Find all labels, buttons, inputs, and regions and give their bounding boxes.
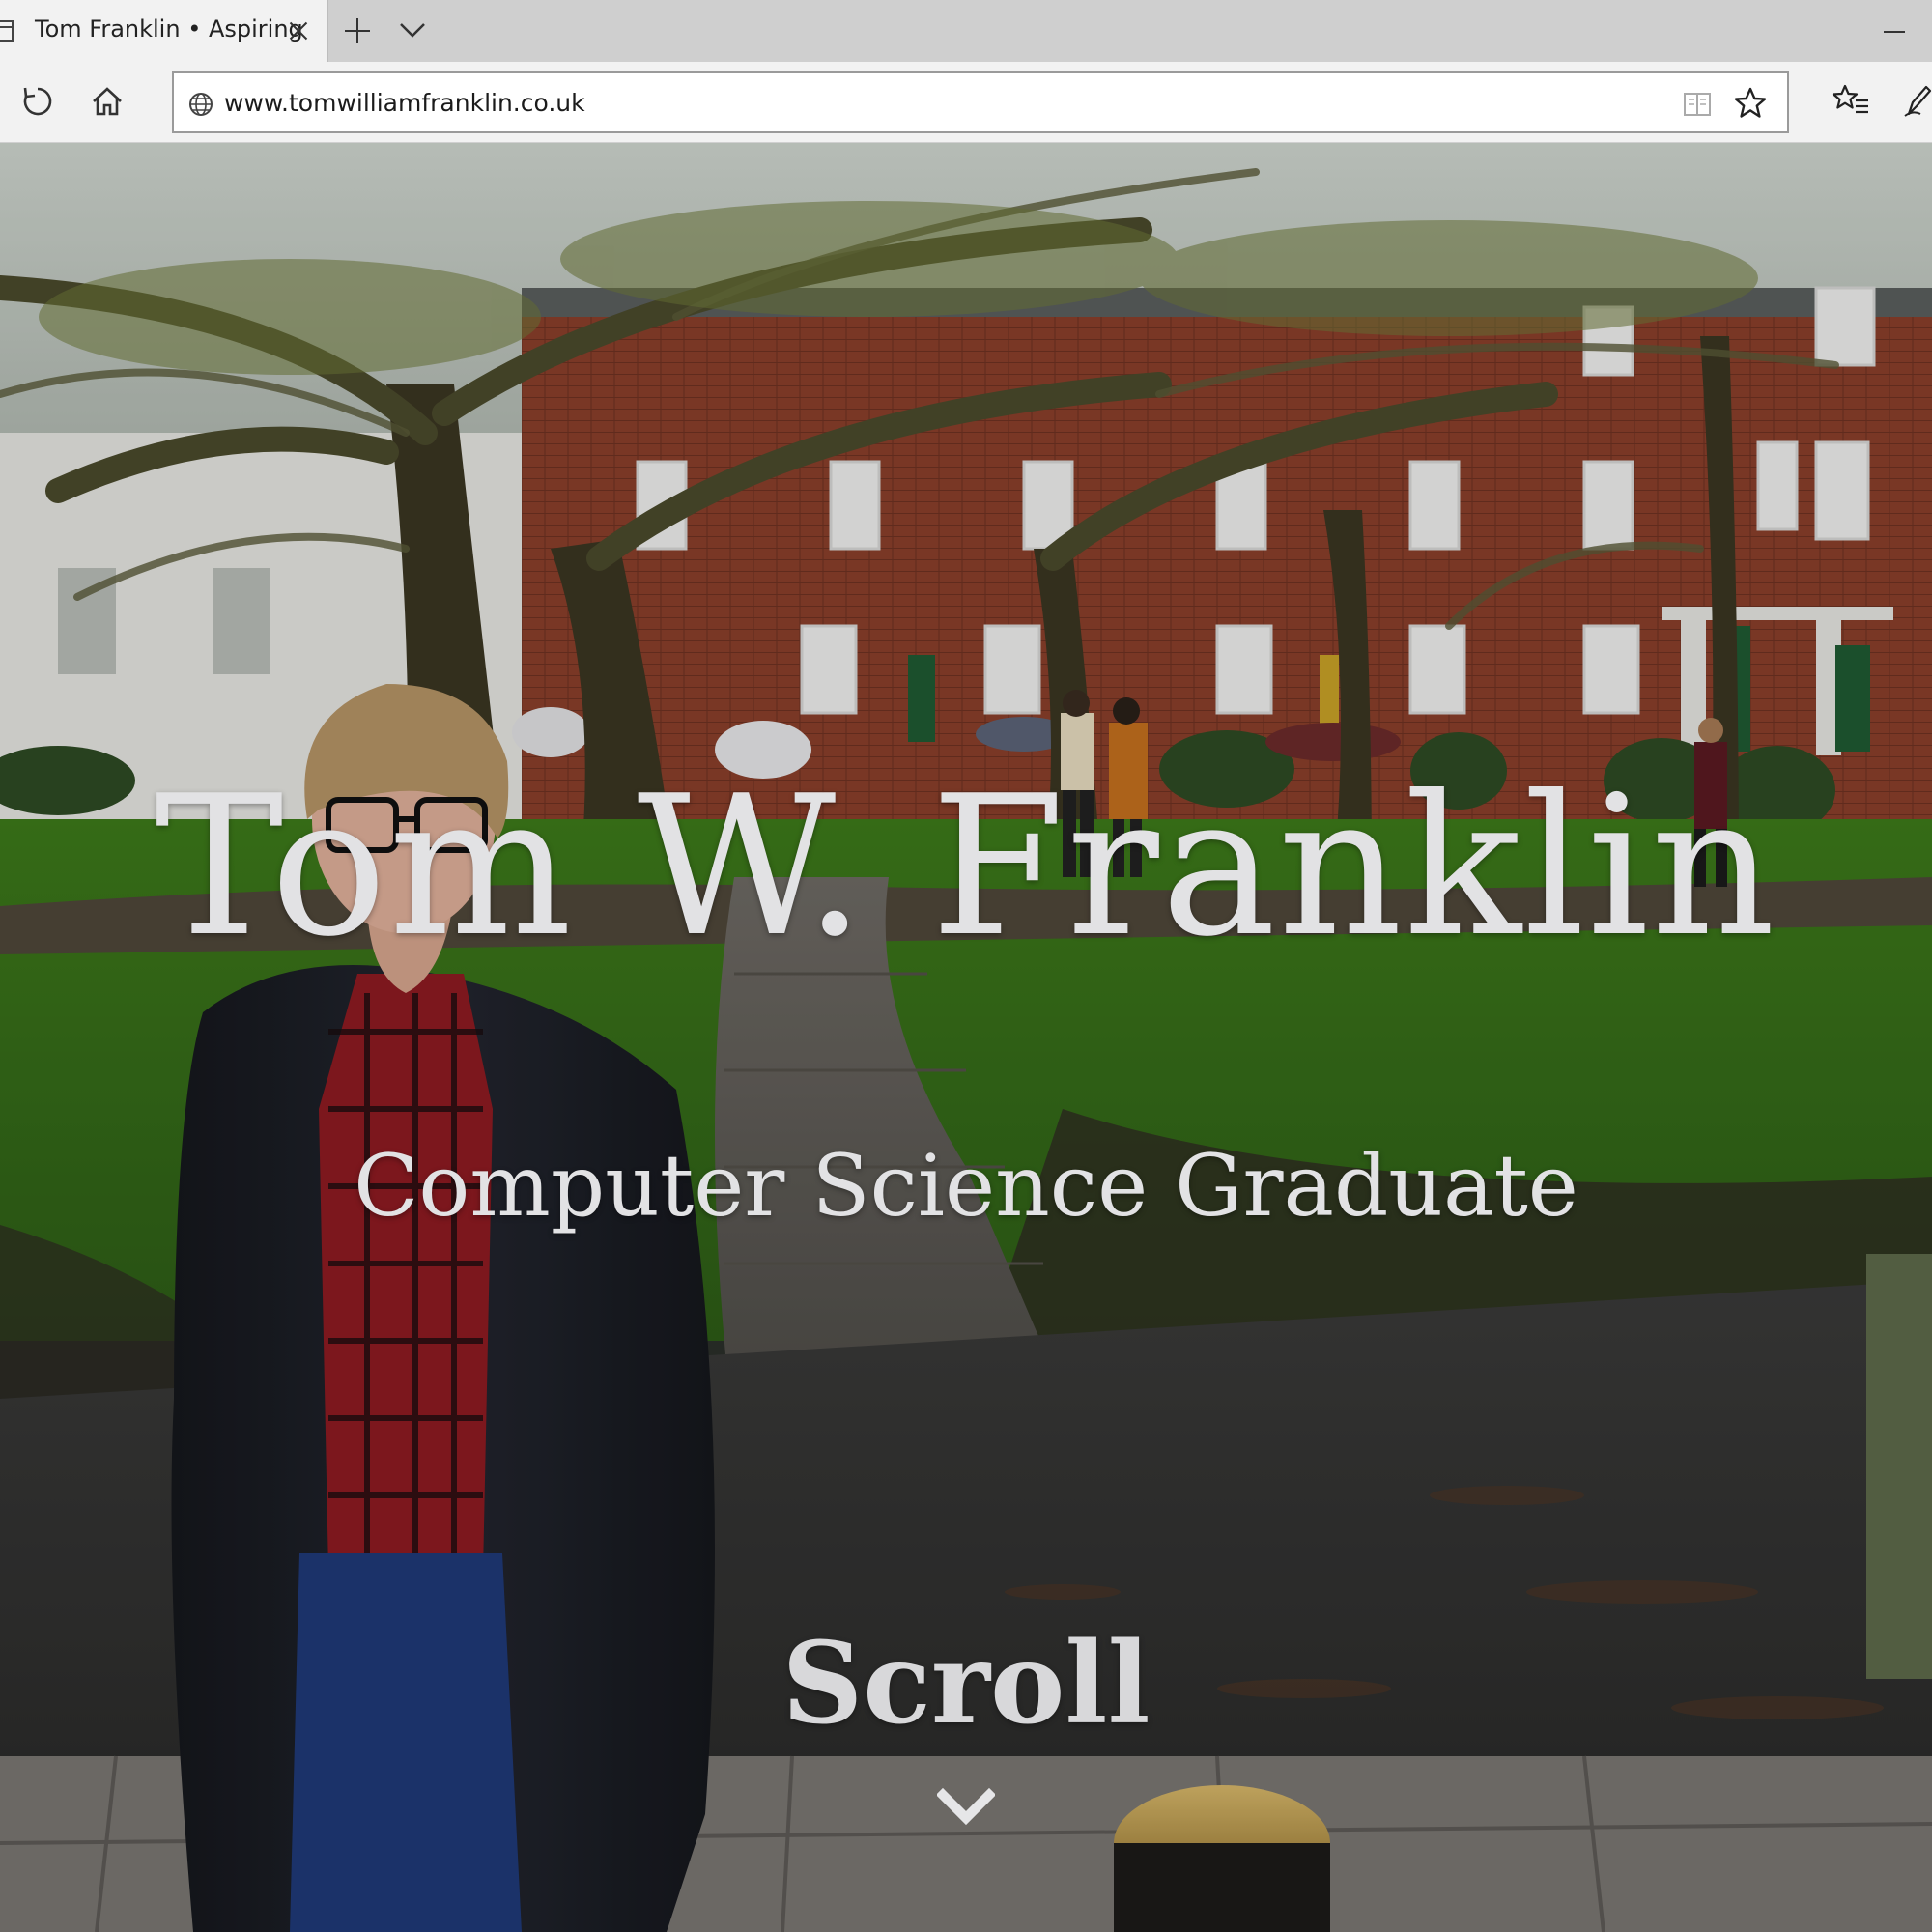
refresh-button[interactable]: [15, 79, 60, 124]
star-icon[interactable]: [1733, 86, 1768, 121]
minimize-button[interactable]: [1880, 17, 1918, 46]
favorites-icon[interactable]: [1832, 81, 1870, 120]
new-tab-button[interactable]: [340, 14, 375, 48]
scroll-label[interactable]: Scroll: [0, 1621, 1932, 1747]
chevron-down-icon: [935, 1787, 997, 1826]
tab-title: Tom Franklin • Aspiring: [35, 15, 303, 43]
web-page: Tom W. Franklin Computer Science Graduat…: [0, 143, 1932, 1932]
page-icon: [0, 20, 14, 42]
scroll-down-button[interactable]: [935, 1785, 997, 1830]
browser-tab[interactable]: Tom Franklin • Aspiring: [0, 0, 328, 62]
tab-list-button[interactable]: [396, 15, 429, 44]
reading-view-icon[interactable]: [1681, 88, 1714, 121]
home-icon: [93, 87, 122, 116]
address-bar[interactable]: www.tomwilliamfranklin.co.uk: [172, 71, 1789, 133]
chevron-down-icon: [400, 23, 425, 38]
globe-icon: [189, 93, 213, 116]
tab-bar: Tom Franklin • Aspiring: [0, 0, 1932, 62]
url-text[interactable]: www.tomwilliamfranklin.co.uk: [224, 89, 585, 117]
home-button[interactable]: [85, 79, 129, 124]
hero-name: Tom W. Franklin: [155, 754, 1777, 980]
hero-subtitle: Computer Science Graduate: [354, 1136, 1578, 1236]
navigation-bar: www.tomwilliamfranklin.co.uk: [0, 62, 1932, 143]
pen-icon[interactable]: [1899, 81, 1932, 120]
refresh-icon: [23, 87, 52, 116]
close-tab-button[interactable]: [284, 16, 313, 45]
